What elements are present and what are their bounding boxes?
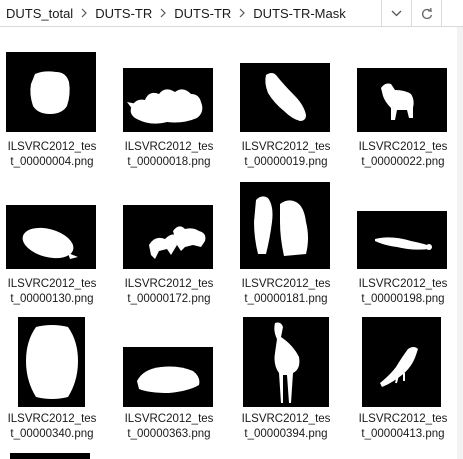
chevron-right-icon[interactable]: [152, 0, 174, 26]
chevron-down-icon: [391, 10, 402, 16]
file-name: t_00000413.png: [361, 428, 445, 440]
thumbnail-mask-image: [240, 63, 330, 132]
thumbnail-mask-image: [6, 205, 96, 269]
file-name: ILSVRC2012_tes: [7, 141, 97, 153]
thumbnail-mask-image: [123, 347, 213, 407]
chevron-right-icon[interactable]: [73, 0, 95, 26]
thumbnail-mask-image: [357, 68, 447, 132]
thumbnail-mask-image: [123, 205, 213, 269]
breadcrumb-item-duts-tr-mask[interactable]: DUTS-TR-Mask: [253, 6, 345, 21]
file-name: ILSVRC2012_tes: [124, 141, 214, 153]
breadcrumb-item-duts-tr[interactable]: DUTS-TR: [95, 6, 152, 21]
breadcrumb-item-duts-total[interactable]: DUTS_total: [6, 6, 73, 21]
file-name: ILSVRC2012_tes: [124, 278, 214, 290]
thumbnail-mask-image: [362, 317, 441, 407]
refresh-button[interactable]: [412, 0, 442, 26]
address-dropdown-button[interactable]: [382, 0, 412, 26]
breadcrumb-item-duts-tr-2[interactable]: DUTS-TR: [174, 6, 231, 21]
address-bar: DUTS_total DUTS-TR DUTS-TR DUTS-TR-Mask: [0, 0, 463, 27]
file-name: t_00000198.png: [361, 293, 445, 305]
file-name: ILSVRC2012_tes: [241, 278, 331, 290]
file-name: ILSVRC2012_tes: [241, 413, 331, 425]
thumbnail-mask-image: [240, 182, 330, 269]
file-name: ILSVRC2012_tes: [7, 413, 97, 425]
thumbnail-mask-image[interactable]: [10, 453, 90, 459]
file-name: t_00000394.png: [244, 428, 328, 440]
file-name: ILSVRC2012_tes: [7, 278, 97, 290]
file-name: ILSVRC2012_tes: [358, 413, 448, 425]
file-name: t_00000172.png: [127, 293, 211, 305]
file-name: t_00000181.png: [244, 293, 328, 305]
file-name: t_00000019.png: [244, 156, 328, 168]
file-name: t_00000363.png: [127, 428, 211, 440]
file-name: ILSVRC2012_tes: [241, 141, 331, 153]
file-name: t_00000340.png: [10, 428, 94, 440]
file-name: ILSVRC2012_tes: [358, 141, 448, 153]
thumbnail-mask-image: [6, 52, 96, 132]
file-name: t_00000004.png: [10, 156, 94, 168]
file-name: t_00000018.png: [127, 156, 211, 168]
thumbnail-mask-image: [18, 317, 85, 407]
chevron-right-icon[interactable]: [231, 0, 253, 26]
refresh-icon: [421, 7, 432, 19]
breadcrumb[interactable]: DUTS_total DUTS-TR DUTS-TR DUTS-TR-Mask: [0, 0, 382, 26]
file-name: t_00000022.png: [361, 156, 445, 168]
file-name: t_00000130.png: [10, 293, 94, 305]
thumbnail-mask-image: [357, 211, 447, 269]
thumbnail-mask-image: [243, 317, 329, 407]
vertical-scrollbar[interactable]: [457, 27, 463, 459]
thumbnail-mask-image: [123, 68, 213, 132]
file-name: ILSVRC2012_tes: [358, 278, 448, 290]
file-name: ILSVRC2012_tes: [124, 413, 214, 425]
